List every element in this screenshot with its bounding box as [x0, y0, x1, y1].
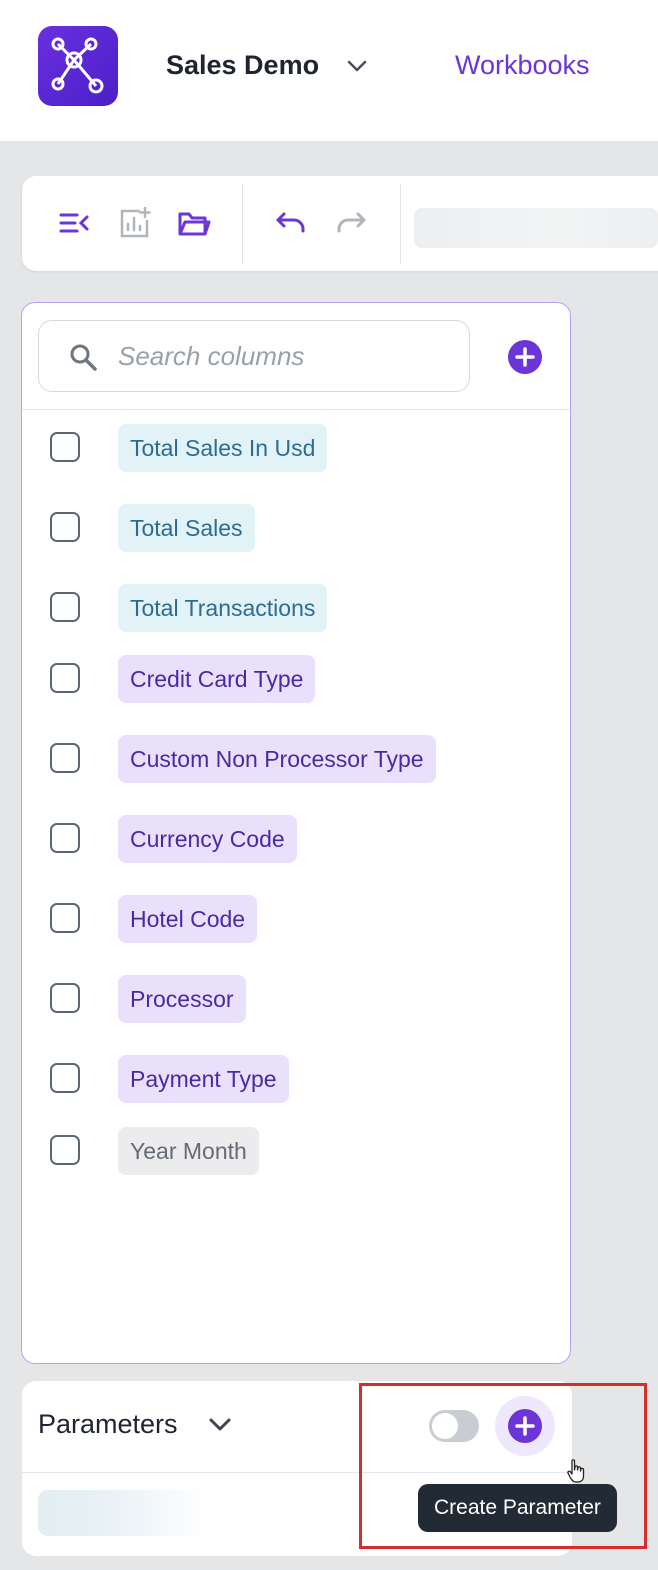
column-checkbox[interactable]	[50, 432, 80, 462]
toolbar-divider	[242, 184, 243, 264]
add-chart-icon[interactable]	[117, 206, 151, 240]
add-column-button[interactable]	[507, 339, 543, 375]
toggle-knob	[432, 1413, 458, 1439]
search-icon	[70, 344, 97, 371]
toolbar-divider	[400, 184, 401, 264]
column-label[interactable]: Total Sales	[118, 504, 255, 552]
column-checkbox[interactable]	[50, 743, 80, 773]
parameters-toggle[interactable]	[429, 1410, 479, 1442]
chevron-down-icon[interactable]	[346, 58, 368, 74]
column-checkbox[interactable]	[50, 592, 80, 622]
column-checkbox[interactable]	[50, 1063, 80, 1093]
collapse-sidebar-icon[interactable]	[57, 206, 91, 240]
parameter-loading-placeholder	[38, 1490, 208, 1536]
column-label[interactable]: Total Sales In Usd	[118, 424, 328, 472]
toolbar-loading-placeholder	[414, 208, 658, 248]
column-checkbox[interactable]	[50, 903, 80, 933]
column-label[interactable]: Total Transactions	[118, 584, 328, 632]
column-checkbox[interactable]	[50, 1135, 80, 1165]
column-label[interactable]: Credit Card Type	[118, 655, 316, 703]
redo-icon[interactable]	[334, 206, 368, 240]
panel-divider	[22, 409, 570, 410]
chevron-down-icon[interactable]	[207, 1415, 233, 1435]
column-checkbox[interactable]	[50, 512, 80, 542]
column-label[interactable]: Custom Non Processor Type	[118, 735, 436, 783]
hand-cursor-icon	[567, 1459, 585, 1483]
network-logo-icon	[51, 37, 104, 94]
column-label[interactable]: Processor	[118, 975, 246, 1023]
create-parameter-button[interactable]	[495, 1396, 555, 1456]
open-folder-icon[interactable]	[177, 206, 211, 240]
parameters-title[interactable]: Parameters	[38, 1409, 178, 1440]
column-checkbox[interactable]	[50, 663, 80, 693]
app-logo[interactable]	[38, 26, 118, 106]
column-label[interactable]: Hotel Code	[118, 895, 258, 943]
undo-icon[interactable]	[274, 206, 308, 240]
parameters-divider	[22, 1472, 572, 1473]
plus-icon	[508, 1409, 542, 1443]
column-checkbox[interactable]	[50, 983, 80, 1013]
workbooks-link[interactable]: Workbooks	[455, 50, 590, 81]
column-checkbox[interactable]	[50, 823, 80, 853]
create-parameter-tooltip: Create Parameter	[418, 1484, 617, 1532]
column-label[interactable]: Year Month	[118, 1127, 259, 1175]
column-label[interactable]: Payment Type	[118, 1055, 289, 1103]
search-columns-input[interactable]	[118, 332, 458, 380]
column-label[interactable]: Currency Code	[118, 815, 297, 863]
workspace-name[interactable]: Sales Demo	[166, 50, 319, 81]
